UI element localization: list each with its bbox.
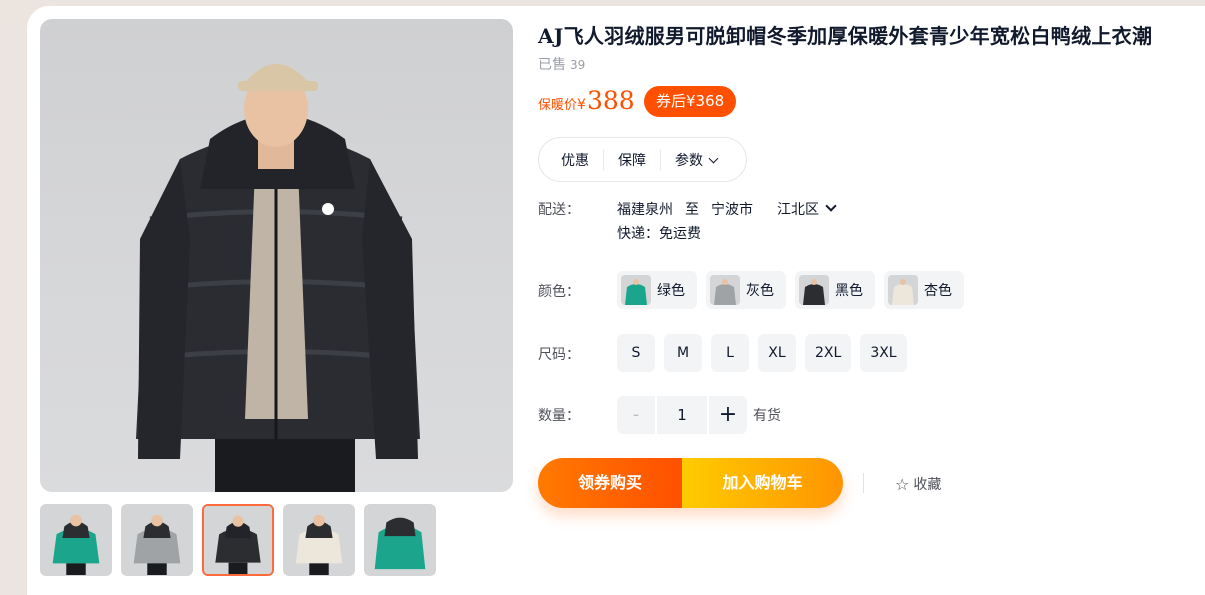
color-swatch xyxy=(888,275,918,305)
quantity-label: 数量： xyxy=(538,408,580,424)
info-tabs: 优惠 保障 参数 xyxy=(538,137,747,182)
ship-from: 福建泉州 xyxy=(617,202,673,218)
tab-params-label: 参数 xyxy=(675,152,703,169)
thumbnail-black[interactable] xyxy=(202,504,274,576)
sold-number: 39 xyxy=(570,58,586,72)
quantity-stepper: - 1 + 有货 xyxy=(617,396,781,434)
quantity-increase-button[interactable]: + xyxy=(709,396,747,434)
sold-count: 已售 39 xyxy=(538,54,585,74)
product-title: AJ飞人羽绒服男可脱卸帽冬季加厚保暖外套青少年宽松白鸭绒上衣潮 xyxy=(538,24,1153,48)
shipping-route: 福建泉州 至 宁波市 江北区 xyxy=(617,199,837,219)
color-option-gray[interactable]: 灰色 xyxy=(706,271,786,309)
ship-district[interactable]: 江北区 xyxy=(777,199,819,219)
thumbnail-gray[interactable] xyxy=(121,504,193,576)
thumbnail-apricot[interactable] xyxy=(283,504,355,576)
ship-city[interactable]: 宁波市 xyxy=(711,199,753,219)
quantity-input[interactable]: 1 xyxy=(657,396,707,434)
buy-with-coupon-button[interactable]: 领券购买 xyxy=(538,458,682,508)
size-option-xl[interactable]: XL xyxy=(758,334,796,372)
star-icon: ☆ xyxy=(895,474,910,494)
color-options: 绿色 灰色 黑色 杏色 xyxy=(617,271,964,309)
size-options: S M L XL 2XL 3XL xyxy=(617,334,907,372)
size-option-2xl[interactable]: 2XL xyxy=(805,334,852,372)
color-option-apricot[interactable]: 杏色 xyxy=(884,271,964,309)
express-info: 快递：免运费 xyxy=(617,226,701,242)
add-to-cart-button[interactable]: 加入购物车 xyxy=(682,458,843,508)
stock-status: 有货 xyxy=(753,408,781,424)
divider xyxy=(863,473,864,493)
chevron-down-icon[interactable] xyxy=(825,200,837,212)
color-name: 绿色 xyxy=(657,283,685,299)
purchase-buttons: 领券购买 加入购物车 xyxy=(538,458,843,508)
thumbnail-green-back[interactable] xyxy=(364,504,436,576)
favorite-button[interactable]: ☆ 收藏 xyxy=(895,474,941,494)
color-label: 颜色： xyxy=(538,284,580,300)
ship-to-word: 至 xyxy=(685,202,699,218)
size-option-3xl[interactable]: 3XL xyxy=(860,334,907,372)
size-label: 尺码： xyxy=(538,347,580,363)
tab-params[interactable]: 参数 xyxy=(660,149,731,170)
thumbnail-strip xyxy=(40,504,436,576)
size-option-s[interactable]: S xyxy=(617,334,655,372)
quantity-decrease-button[interactable]: - xyxy=(617,396,655,434)
sold-label: 已售 xyxy=(538,57,566,73)
favorite-label: 收藏 xyxy=(913,477,942,493)
color-swatch xyxy=(621,275,651,305)
price-value: 388 xyxy=(586,86,635,115)
size-option-l[interactable]: L xyxy=(711,334,749,372)
chevron-down-icon xyxy=(708,153,719,163)
thumbnail-green[interactable] xyxy=(40,504,112,576)
color-option-black[interactable]: 黑色 xyxy=(795,271,875,309)
color-name: 灰色 xyxy=(746,283,774,299)
color-swatch xyxy=(799,275,829,305)
color-name: 黑色 xyxy=(835,283,863,299)
tab-guarantee[interactable]: 保障 xyxy=(603,149,660,170)
color-option-green[interactable]: 绿色 xyxy=(617,271,697,309)
size-option-m[interactable]: M xyxy=(664,334,702,372)
price-label: 保暖价 xyxy=(538,98,578,113)
price-row: 保暖价 ¥ 388 xyxy=(538,86,635,115)
color-name: 杏色 xyxy=(924,283,952,299)
main-product-image[interactable] xyxy=(40,19,513,492)
price-currency: ¥ xyxy=(577,97,586,113)
color-swatch xyxy=(710,275,740,305)
coupon-price-badge: 券后¥368 xyxy=(644,86,737,117)
tab-discount[interactable]: 优惠 xyxy=(561,150,603,170)
shipping-label: 配送： xyxy=(538,202,580,218)
